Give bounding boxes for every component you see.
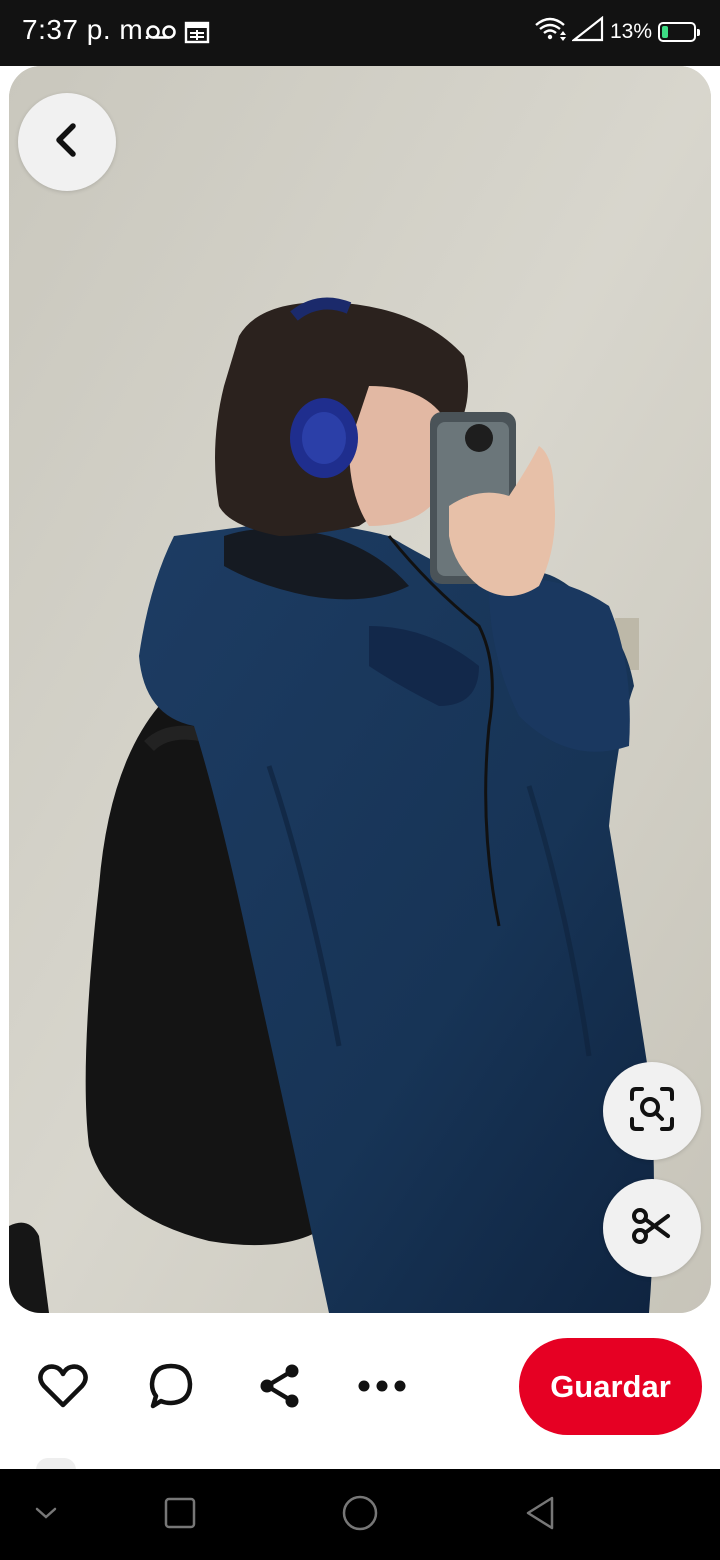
share-button[interactable] bbox=[254, 1362, 306, 1414]
comment-button[interactable] bbox=[145, 1362, 197, 1414]
battery-level-fill bbox=[662, 25, 668, 38]
cutout-button[interactable] bbox=[603, 1179, 701, 1277]
scissors-icon bbox=[630, 1204, 674, 1253]
back-icon bbox=[524, 1495, 556, 1536]
system-back-button[interactable] bbox=[518, 1493, 562, 1537]
recent-apps-icon bbox=[164, 1497, 196, 1534]
status-bar: 7:37 p. m. 13% bbox=[0, 0, 720, 66]
recent-apps-button[interactable] bbox=[158, 1493, 202, 1537]
hide-nav-button[interactable] bbox=[24, 1493, 68, 1537]
pin-action-bar: Guardar bbox=[0, 1314, 720, 1469]
status-system-icons: 13% bbox=[534, 15, 700, 47]
comment-icon bbox=[147, 1362, 195, 1415]
chevron-left-icon bbox=[47, 120, 87, 165]
status-time: 7:37 p. m. bbox=[22, 14, 152, 45]
visual-search-icon bbox=[628, 1085, 676, 1138]
visual-search-button[interactable] bbox=[603, 1062, 701, 1160]
back-button[interactable] bbox=[18, 93, 116, 191]
signal-icon bbox=[570, 15, 604, 47]
status-notification-icons bbox=[146, 20, 210, 49]
share-icon bbox=[256, 1362, 304, 1415]
heart-icon bbox=[38, 1363, 88, 1414]
calendar-icon bbox=[184, 20, 210, 49]
battery-icon bbox=[658, 21, 700, 42]
system-nav-bar bbox=[0, 1469, 720, 1560]
wifi-icon bbox=[534, 16, 566, 47]
voicemail-icon bbox=[146, 24, 176, 45]
chevron-down-icon bbox=[34, 1506, 58, 1525]
save-button[interactable]: Guardar bbox=[519, 1338, 702, 1435]
home-icon bbox=[341, 1494, 379, 1537]
battery-percent: 13% bbox=[609, 19, 652, 43]
more-icon bbox=[356, 1378, 408, 1399]
more-button[interactable] bbox=[356, 1362, 408, 1414]
like-button[interactable] bbox=[37, 1362, 89, 1414]
home-button[interactable] bbox=[338, 1493, 382, 1537]
